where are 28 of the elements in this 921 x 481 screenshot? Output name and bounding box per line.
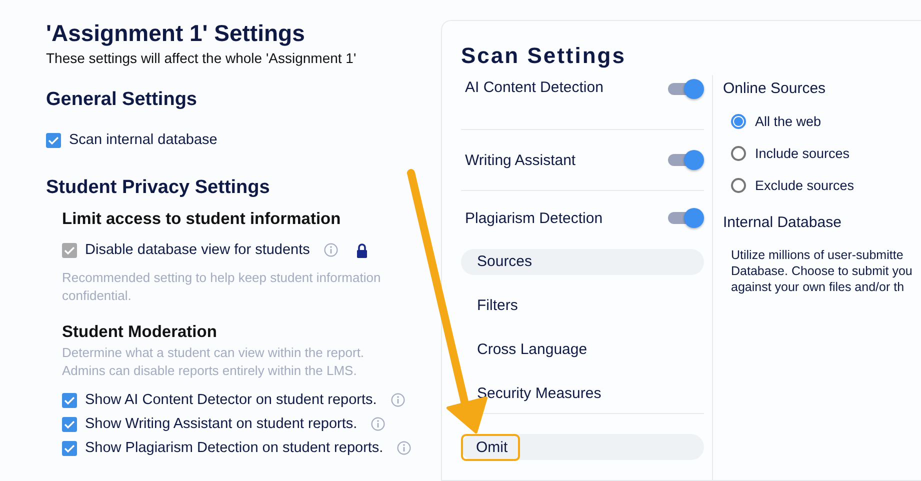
subsection-heading: Limit access to student information [62,209,342,230]
hint-text: Recommended setting to help keep student information confidential. [62,269,382,305]
page-title: 'Assignment 1' Settings [46,19,306,48]
toggle-label: Writing Assistant [465,152,576,168]
description-text: Determine what a student can view within the report. Admins can disable reports entirely within the LMS. [62,344,366,380]
panel-title: Scan Settings [461,42,627,70]
checkbox-label: Scan internal database [69,131,218,150]
subsection-heading: Student Moderation [62,322,218,343]
subsection-heading: Internal Database [723,213,842,233]
checkbox-label: Show AI Content Detector on student reports. [85,391,377,410]
checkbox-label: Show Plagiarism Detection on student reports. [85,439,384,458]
nav-item[interactable]: Omit [461,434,704,460]
radio-label: Exclude sources [755,178,854,192]
nav-item[interactable]: Security Measures [477,381,602,407]
description-text: Utilize millions of user-submitte Database. Choose to submit you against your own files and/or th [730,247,914,295]
nav-item[interactable]: Sources [461,249,704,275]
section-heading: General Settings [46,88,198,112]
toggle-label: Plagiarism Detection [465,210,603,226]
radio-label: Include sources [755,146,850,160]
checkbox-label: Show Writing Assistant on student reports. [85,415,358,434]
section-heading: Student Privacy Settings [46,176,271,200]
toggle-label: AI Content Detection [465,79,604,96]
subsection-heading: Online Sources [723,79,827,99]
nav-item[interactable]: Filters [477,293,518,319]
checkbox-label: Disable database view for students [85,241,310,260]
nav-item[interactable]: Cross Language [477,337,588,363]
page-subtitle: These settings will affect the whole 'Assignment 1' [46,50,358,66]
radio-label: All the web [755,114,822,128]
